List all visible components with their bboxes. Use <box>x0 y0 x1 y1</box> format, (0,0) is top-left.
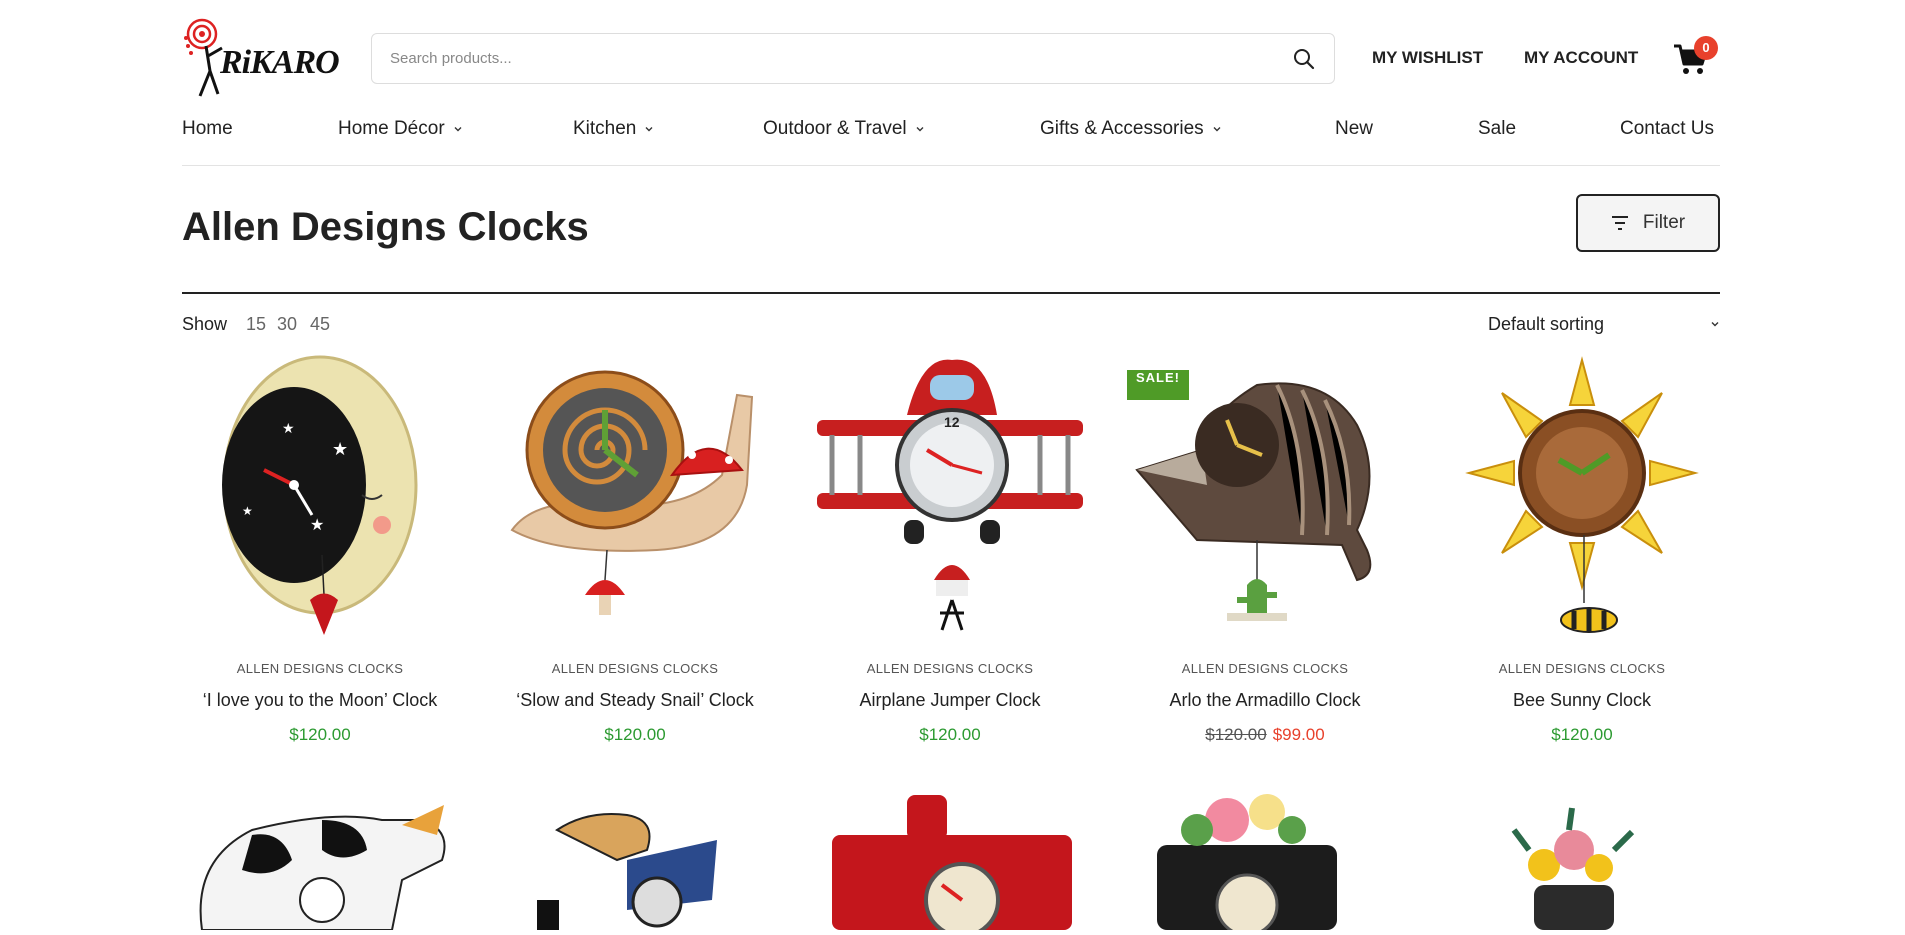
product-name[interactable]: Airplane Jumper Clock <box>812 690 1088 711</box>
product-card[interactable]: ALLEN DESIGNS CLOCKS Bee Sunny Clock $12… <box>1444 355 1720 755</box>
show-label: Show <box>182 314 228 334</box>
product-grid-row-2 <box>182 790 1720 935</box>
product-name[interactable]: Bee Sunny Clock <box>1444 690 1720 711</box>
product-image[interactable] <box>182 790 458 931</box>
product-card[interactable]: SALE! ALLEN DESIGNS CLOCKS Arlo the Arma… <box>1127 355 1403 755</box>
product-price: $120.00 <box>1551 725 1613 744</box>
product-image[interactable] <box>1444 355 1720 638</box>
sort-label: Default sorting <box>1488 313 1605 334</box>
product-price: $120.00 <box>604 725 666 744</box>
product-card[interactable]: ALLEN DESIGNS CLOCKS ‘Slow and Steady Sn… <box>497 355 773 755</box>
filter-button[interactable]: Filter <box>1576 194 1720 252</box>
product-price: $120.00 <box>289 725 351 744</box>
product-category: ALLEN DESIGNS CLOCKS <box>236 661 404 676</box>
show-option-15[interactable]: 15 <box>246 314 266 335</box>
product-card[interactable]: ★ ★ ★ ★ ALLEN DESIGNS CLOCKS ‘I love you to… <box>182 355 458 755</box>
product-image[interactable] <box>497 790 773 930</box>
product-name[interactable]: Arlo the Armadillo Clock <box>1127 690 1403 711</box>
product-name[interactable]: ‘I love you to the Moon’ Clock <box>182 690 458 711</box>
product-card[interactable]: 12 ALLEN DESIGNS CLOCKS Airplane Jumper … <box>812 355 1088 755</box>
sale-badge: SALE! <box>1127 370 1189 400</box>
product-image[interactable] <box>497 355 773 638</box>
product-old-price: $120.00 <box>1205 725 1267 744</box>
chevron-down-icon <box>1711 322 1719 327</box>
svg-text:★: ★ <box>242 504 253 518</box>
page-title: Allen Designs Clocks <box>182 205 589 249</box>
svg-text:★: ★ <box>332 439 348 459</box>
filter-label: Filter <box>1642 212 1686 233</box>
product-name[interactable]: ‘Slow and Steady Snail’ Clock <box>497 690 773 711</box>
product-category: ALLEN DESIGNS CLOCKS <box>1181 661 1349 676</box>
product-price: $120.00 $99.00 <box>1127 725 1403 745</box>
show-option-30[interactable]: 30 <box>277 314 297 335</box>
svg-text:12: 12 <box>944 414 960 430</box>
svg-text:★: ★ <box>282 420 295 436</box>
product-price: $120.00 <box>919 725 981 744</box>
sort-select[interactable]: Default sorting <box>1488 312 1720 336</box>
product-category: ALLEN DESIGNS CLOCKS <box>866 661 1034 676</box>
product-category: ALLEN DESIGNS CLOCKS <box>551 661 719 676</box>
filter-icon <box>1611 216 1628 230</box>
shop-toolbar: Show 15 30 45 Default sorting <box>182 314 1720 334</box>
show-option-45[interactable]: 45 <box>310 314 330 335</box>
product-sale-price: $99.00 <box>1272 725 1325 744</box>
svg-text:★: ★ <box>310 517 324 534</box>
product-image[interactable] <box>1127 790 1403 935</box>
product-image[interactable]: 12 <box>812 355 1088 638</box>
product-image[interactable] <box>1444 790 1720 930</box>
product-category: ALLEN DESIGNS CLOCKS <box>1498 661 1666 676</box>
shop-content: Allen Designs Clocks Filter Show 15 30 4… <box>182 0 1720 935</box>
product-image[interactable]: ★ ★ ★ ★ <box>182 355 458 638</box>
product-image[interactable] <box>812 790 1088 935</box>
title-divider <box>182 292 1720 294</box>
